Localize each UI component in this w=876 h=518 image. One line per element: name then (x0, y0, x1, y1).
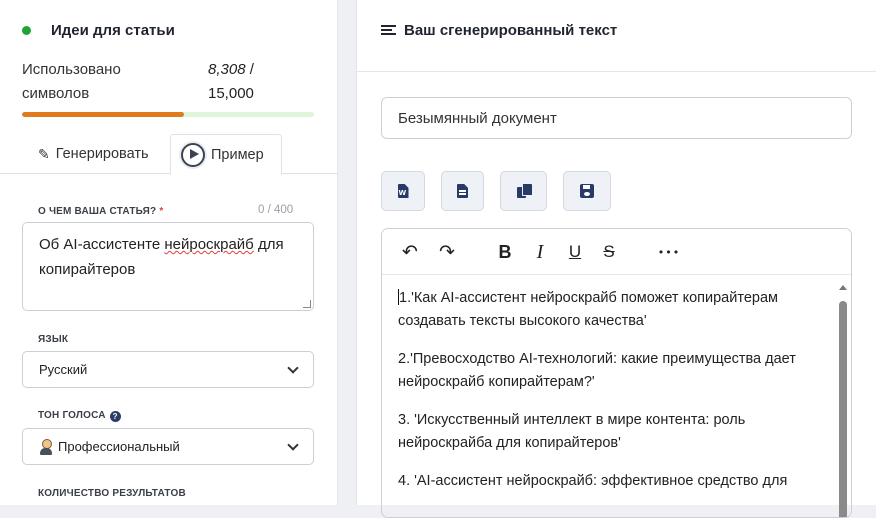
copy-icon (516, 184, 532, 198)
topic-text-part: Об AI-ассистенте (39, 236, 165, 253)
usage-label-line1: Использовано (22, 61, 121, 78)
tone-label-text: ТОН ГОЛОСА (38, 410, 106, 421)
chevron-down-icon (287, 439, 299, 451)
underline-button[interactable]: U (561, 237, 589, 267)
usage-progress-fill (22, 112, 184, 117)
topic-textarea[interactable]: Об AI-ассистенте нейроскрайб для копирай… (22, 222, 314, 311)
usage-separator: / (245, 61, 254, 78)
save-button[interactable] (563, 171, 611, 211)
usage-progress-bar (22, 112, 314, 117)
usage-label-line2: символов (22, 85, 90, 102)
output-title: Ваш сгенерированный текст (404, 22, 618, 39)
document-name-input[interactable]: Безымянный документ (381, 97, 852, 139)
export-text-button[interactable] (441, 171, 484, 211)
output-panel: Ваш сгенерированный текст Безымянный док… (356, 0, 876, 518)
tone-value: Профессиональный (58, 439, 180, 454)
text-editor: ↶ ↷ B I U S ••• 1.'Как AI-ассистент нейр… (381, 228, 852, 518)
word-doc-icon: W (397, 184, 409, 198)
panel-header: Идеи для статьи (22, 22, 175, 39)
pencil-icon: ✎ (38, 145, 50, 162)
undo-button[interactable]: ↶ (396, 237, 424, 267)
scroll-up-arrow-icon[interactable] (839, 285, 847, 290)
text-lines-icon (381, 25, 396, 37)
language-value: Русский (39, 362, 88, 377)
redo-button[interactable]: ↷ (433, 237, 461, 267)
status-dot-icon (22, 26, 31, 35)
person-icon (39, 438, 53, 455)
mode-tabs: ✎ Генерировать Пример (0, 134, 338, 175)
settings-panel: Идеи для статьи Использовано символов 8,… (0, 0, 338, 505)
usage-limit: 15,000 (208, 85, 254, 102)
usage-counter: 8,308 / 15,000 (208, 58, 318, 106)
strikethrough-button[interactable]: S (595, 237, 623, 267)
tab-example[interactable]: Пример (170, 134, 282, 175)
bold-button[interactable]: B (491, 237, 519, 267)
content-paragraph: 1.'Как AI-ассистент нейроскрайб поможет … (398, 287, 828, 333)
char-counter: 0 / 400 (258, 204, 294, 216)
content-paragraph: 3. 'Искусственный интеллект в мире конте… (398, 412, 746, 451)
export-word-button[interactable]: W (381, 171, 425, 211)
topic-text-misspelled: нейроскрайб (164, 236, 254, 253)
tab-generate-label: Генерировать (55, 146, 149, 162)
usage-used: 8,308 (208, 61, 246, 78)
save-icon (580, 184, 594, 198)
tone-label: ТОН ГОЛОСА? (38, 410, 121, 422)
text-doc-icon (457, 184, 468, 198)
language-label: ЯЗЫК (38, 334, 69, 345)
panel-title: Идеи для статьи (51, 22, 175, 39)
chevron-down-icon (287, 362, 299, 374)
tab-generate[interactable]: ✎ Генерировать (38, 134, 149, 174)
usage-label: Использовано символов (22, 58, 192, 106)
help-icon[interactable]: ? (109, 411, 121, 422)
required-mark: * (159, 206, 164, 217)
results-count-label: КОЛИЧЕСТВО РЕЗУЛЬТАТОВ (38, 488, 186, 499)
content-paragraph: 2.'Превосходство AI-технологий: какие пр… (398, 351, 796, 390)
editor-content[interactable]: 1.'Как AI-ассистент нейроскрайб поможет … (398, 287, 828, 508)
italic-button[interactable]: I (526, 237, 554, 267)
tab-example-label: Пример (211, 146, 264, 163)
topic-label-text: О ЧЕМ ВАША СТАТЬЯ? (38, 206, 157, 217)
topic-label: О ЧЕМ ВАША СТАТЬЯ? * (38, 206, 163, 217)
tone-select[interactable]: Профессиональный (22, 428, 314, 465)
language-select[interactable]: Русский (22, 351, 314, 388)
content-paragraph: 4. 'AI-ассистент нейроскрайб: эффективно… (398, 473, 788, 489)
resize-handle[interactable] (303, 300, 311, 308)
output-header: Ваш сгенерированный текст (357, 0, 876, 72)
scroll-thumb[interactable] (839, 301, 847, 517)
play-icon (181, 142, 205, 167)
more-options-button[interactable]: ••• (655, 237, 683, 267)
copy-button[interactable] (500, 171, 547, 211)
editor-toolbar: ↶ ↷ B I U S ••• (382, 229, 851, 275)
content-text: 1.'Как AI-ассистент нейроскрайб поможет … (398, 290, 778, 329)
editor-scrollbar[interactable] (838, 281, 848, 517)
